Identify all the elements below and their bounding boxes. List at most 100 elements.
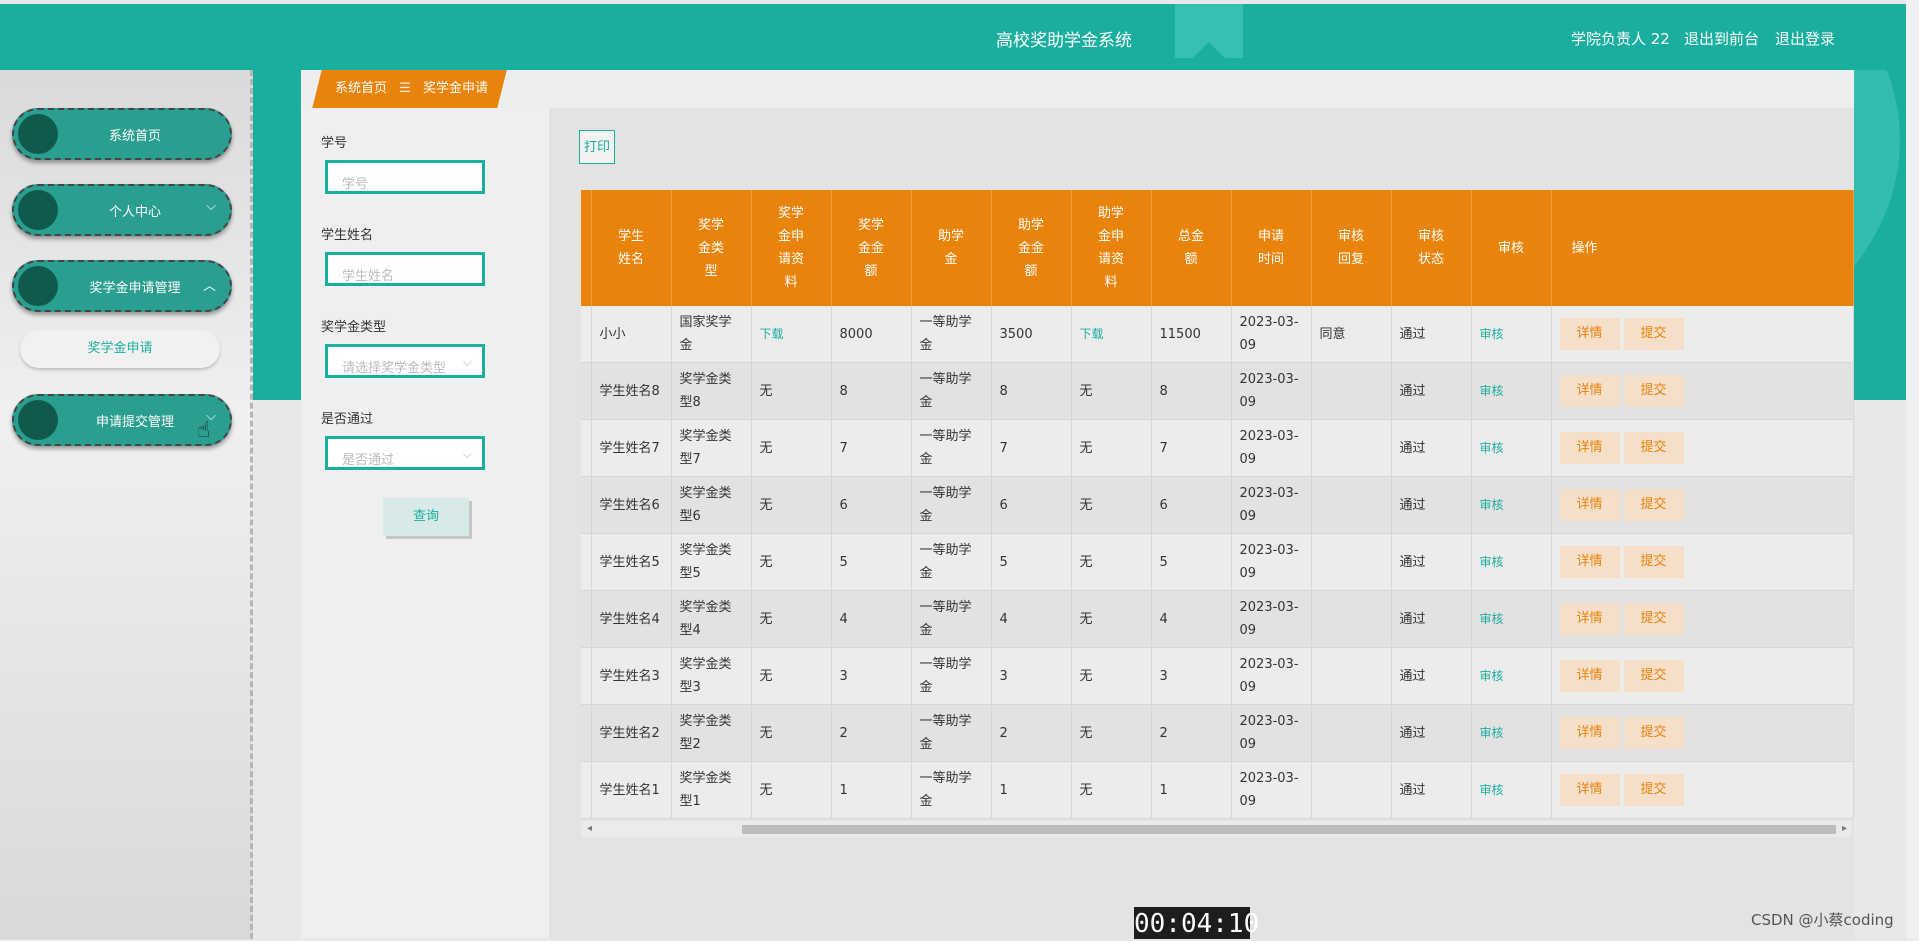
row-gutter <box>581 761 592 819</box>
review-link[interactable]: 审核 <box>1471 590 1552 648</box>
detail-button[interactable]: 详情 <box>1559 432 1620 464</box>
table-cell: 奖学金类型7 <box>671 419 752 477</box>
table-cell: 同意 <box>1311 306 1392 363</box>
download-link[interactable]: 下载 <box>751 306 832 363</box>
vertical-scrollbar[interactable] <box>1906 0 1919 939</box>
column-header: 审核 回复 <box>1311 190 1392 306</box>
review-link[interactable]: 审核 <box>1471 362 1552 420</box>
download-link[interactable]: 下载 <box>1071 306 1152 363</box>
back-to-frontend-link[interactable]: 退出到前台 <box>1684 28 1759 49</box>
student-name-input[interactable]: 学生姓名 <box>325 252 485 286</box>
detail-button[interactable]: 详情 <box>1559 546 1620 578</box>
submit-button[interactable]: 提交 <box>1623 660 1684 692</box>
detail-button[interactable]: 详情 <box>1559 489 1620 521</box>
table-cell: 8 <box>991 362 1072 420</box>
table-cell: 3 <box>1151 647 1232 705</box>
table-cell: 2023-03-09 <box>1231 362 1312 420</box>
table-cell: 4 <box>831 590 912 648</box>
query-button[interactable]: 查询 <box>383 498 469 536</box>
table-row: 学生姓名1 奖学金类型1 无 1 一等助学金 1 无 1 2023-03-09 通过 审核 详情 提交 <box>581 761 1854 819</box>
sidebar-item-personal-center[interactable]: 个人中心 ⌵ <box>12 184 232 236</box>
table-cell: 7 <box>991 419 1072 477</box>
pass-status-select[interactable]: 是否通过 ⌵ <box>325 436 485 470</box>
chevron-down-icon: ⌵ <box>462 355 472 369</box>
pass-status-placeholder: 是否通过 <box>342 453 395 468</box>
table-cell: 奖学金类型8 <box>671 362 752 420</box>
logout-link[interactable]: 退出登录 <box>1775 28 1835 49</box>
table-cell: 一等助学金 <box>911 362 992 420</box>
actions-cell: 详情 提交 <box>1551 533 1854 591</box>
table-cell: 7 <box>831 419 912 477</box>
submit-button[interactable]: 提交 <box>1623 375 1684 407</box>
detail-button[interactable]: 详情 <box>1559 375 1620 407</box>
recording-timer: 00:04:10 <box>1134 907 1260 939</box>
table-cell: 一等助学金 <box>911 476 992 534</box>
scrollbar-thumb[interactable] <box>742 825 1836 834</box>
submit-button[interactable]: 提交 <box>1623 603 1684 635</box>
table-cell: 无 <box>1071 362 1152 420</box>
table-cell: 4 <box>991 590 1072 648</box>
table-cell: 2023-03-09 <box>1231 704 1312 762</box>
table-cell: 无 <box>1071 533 1152 591</box>
detail-button[interactable]: 详情 <box>1559 603 1620 635</box>
column-header: 奖学 金申 请资料 <box>751 190 832 306</box>
actions-cell: 详情 提交 <box>1551 761 1854 819</box>
detail-button[interactable]: 详情 <box>1559 318 1620 350</box>
student-name-label: 学生姓名 <box>321 228 374 243</box>
sidebar-item-scholarship-management[interactable]: 奖学金申请管理 ︿ <box>12 260 232 312</box>
table-cell: 一等助学金 <box>911 306 992 363</box>
table-cell: 学生姓名6 <box>591 476 672 534</box>
scroll-left-icon[interactable]: ◂ <box>587 821 592 837</box>
table-cell: 2023-03-09 <box>1231 306 1312 363</box>
column-header: 助学金 <box>911 190 992 306</box>
student-no-label: 学号 <box>321 136 348 151</box>
search-panel: 学号 学号 学生姓名 学生姓名 奖学金类型 请选择奖学金类型 ⌵ 是否通过 是否… <box>301 108 549 939</box>
sidebar-subitem-scholarship-application[interactable]: 奖学金申请 <box>20 330 220 368</box>
table-cell: 一等助学金 <box>911 647 992 705</box>
submit-button[interactable]: 提交 <box>1623 774 1684 806</box>
table-cell: 2023-03-09 <box>1231 647 1312 705</box>
submit-button[interactable]: 提交 <box>1623 717 1684 749</box>
pass-status-label: 是否通过 <box>321 412 374 427</box>
detail-button[interactable]: 详情 <box>1559 660 1620 692</box>
table-cell <box>1311 761 1392 819</box>
row-gutter <box>581 704 592 762</box>
table-cell: 无 <box>1071 647 1152 705</box>
review-link[interactable]: 审核 <box>1471 533 1552 591</box>
review-link[interactable]: 审核 <box>1471 476 1552 534</box>
submit-button[interactable]: 提交 <box>1623 318 1684 350</box>
review-link[interactable]: 审核 <box>1471 306 1552 363</box>
table-cell: 学生姓名3 <box>591 647 672 705</box>
table-row: 学生姓名6 奖学金类型6 无 6 一等助学金 6 无 6 2023-03-09 通过 审核 详情 提交 <box>581 476 1854 534</box>
print-button[interactable]: 打印 <box>579 130 615 164</box>
review-link[interactable]: 审核 <box>1471 704 1552 762</box>
column-header: 奖学 金金额 <box>831 190 912 306</box>
column-header: 学生 姓名 <box>591 190 672 306</box>
top-header: 高校奖助学金系统 学院负责人 22 退出到前台 退出登录 <box>0 4 1919 70</box>
sidebar-item-home[interactable]: 系统首页 <box>12 108 232 160</box>
sidebar-item-label: 奖学金申请管理 <box>89 281 181 296</box>
breadcrumb: 系统首页 ☰ 奖学金申请 <box>312 70 507 108</box>
submit-button[interactable]: 提交 <box>1623 546 1684 578</box>
review-link[interactable]: 审核 <box>1471 419 1552 477</box>
table-cell: 无 <box>751 419 832 477</box>
table-cell: 3 <box>831 647 912 705</box>
row-gutter <box>581 533 592 591</box>
table-cell: 5 <box>1151 533 1232 591</box>
scholarship-type-select[interactable]: 请选择奖学金类型 ⌵ <box>325 344 485 378</box>
breadcrumb-home[interactable]: 系统首页 <box>335 81 387 96</box>
table-cell: 无 <box>751 476 832 534</box>
hand-cursor-icon: ☝ <box>197 418 211 443</box>
table-cell: 3 <box>991 647 1072 705</box>
review-link[interactable]: 审核 <box>1471 647 1552 705</box>
horizontal-scrollbar[interactable]: ◂ ▸ <box>581 821 1851 837</box>
submit-button[interactable]: 提交 <box>1623 432 1684 464</box>
detail-button[interactable]: 详情 <box>1559 717 1620 749</box>
table-row: 学生姓名5 奖学金类型5 无 5 一等助学金 5 无 5 2023-03-09 通过 审核 详情 提交 <box>581 533 1854 591</box>
student-no-input[interactable]: 学号 <box>325 160 485 194</box>
scroll-right-icon[interactable]: ▸ <box>1842 821 1847 837</box>
submit-button[interactable]: 提交 <box>1623 489 1684 521</box>
table-cell: 2 <box>831 704 912 762</box>
detail-button[interactable]: 详情 <box>1559 774 1620 806</box>
review-link[interactable]: 审核 <box>1471 761 1552 819</box>
